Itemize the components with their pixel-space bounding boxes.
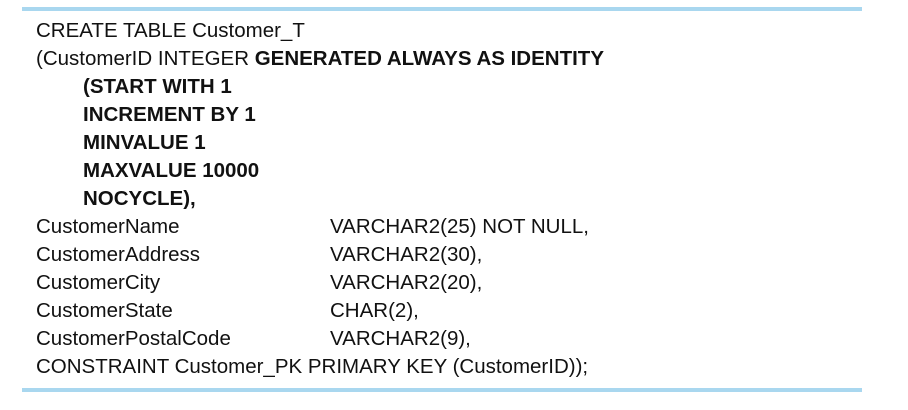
- column-type: CHAR(2),: [330, 299, 419, 322]
- create-table-line: CREATE TABLE Customer_T: [36, 19, 305, 42]
- column-row: CustomerCity VARCHAR2(20),: [36, 269, 856, 297]
- identity-option-nocycle: NOCYCLE),: [83, 187, 196, 210]
- identity-clause: GENERATED ALWAYS AS IDENTITY: [254, 47, 605, 70]
- column-type: VARCHAR2(20),: [330, 271, 483, 294]
- column-name: CustomerPostalCode: [36, 327, 231, 350]
- column-type: VARCHAR2(9),: [330, 327, 471, 350]
- column-name: CustomerState: [36, 299, 173, 322]
- top-rule: [22, 7, 862, 11]
- column-name: CustomerAddress: [36, 243, 201, 266]
- column-name: CustomerCity: [36, 271, 161, 294]
- column-name: CustomerName: [36, 215, 180, 238]
- column-row: CustomerAddress VARCHAR2(30),: [36, 241, 856, 269]
- sql-listing-figure: CREATE TABLE Customer_T (CustomerID INTE…: [0, 0, 908, 410]
- identity-option-maxvalue: MAXVALUE 10000: [83, 159, 260, 182]
- identity-option-increment: INCREMENT BY 1: [83, 103, 256, 126]
- bottom-rule: [22, 388, 862, 392]
- column-type: VARCHAR2(30),: [330, 243, 483, 266]
- column-type: VARCHAR2(25) NOT NULL,: [330, 215, 589, 238]
- identity-option-start: (START WITH 1: [83, 75, 232, 98]
- column-row: CustomerState CHAR(2),: [36, 297, 856, 325]
- constraint-line: CONSTRAINT Customer_PK PRIMARY KEY (Cust…: [36, 355, 589, 378]
- column-row: CustomerName VARCHAR2(25) NOT NULL,: [36, 213, 856, 241]
- identity-option-minvalue: MINVALUE 1: [83, 131, 206, 154]
- customer-id-definition: (CustomerID INTEGER: [36, 47, 255, 70]
- column-row: CustomerPostalCode VARCHAR2(9),: [36, 325, 856, 353]
- customer-id-line: (CustomerID INTEGER GENERATED ALWAYS AS …: [36, 45, 856, 73]
- sql-code-block: CREATE TABLE Customer_T (CustomerID INTE…: [36, 17, 856, 381]
